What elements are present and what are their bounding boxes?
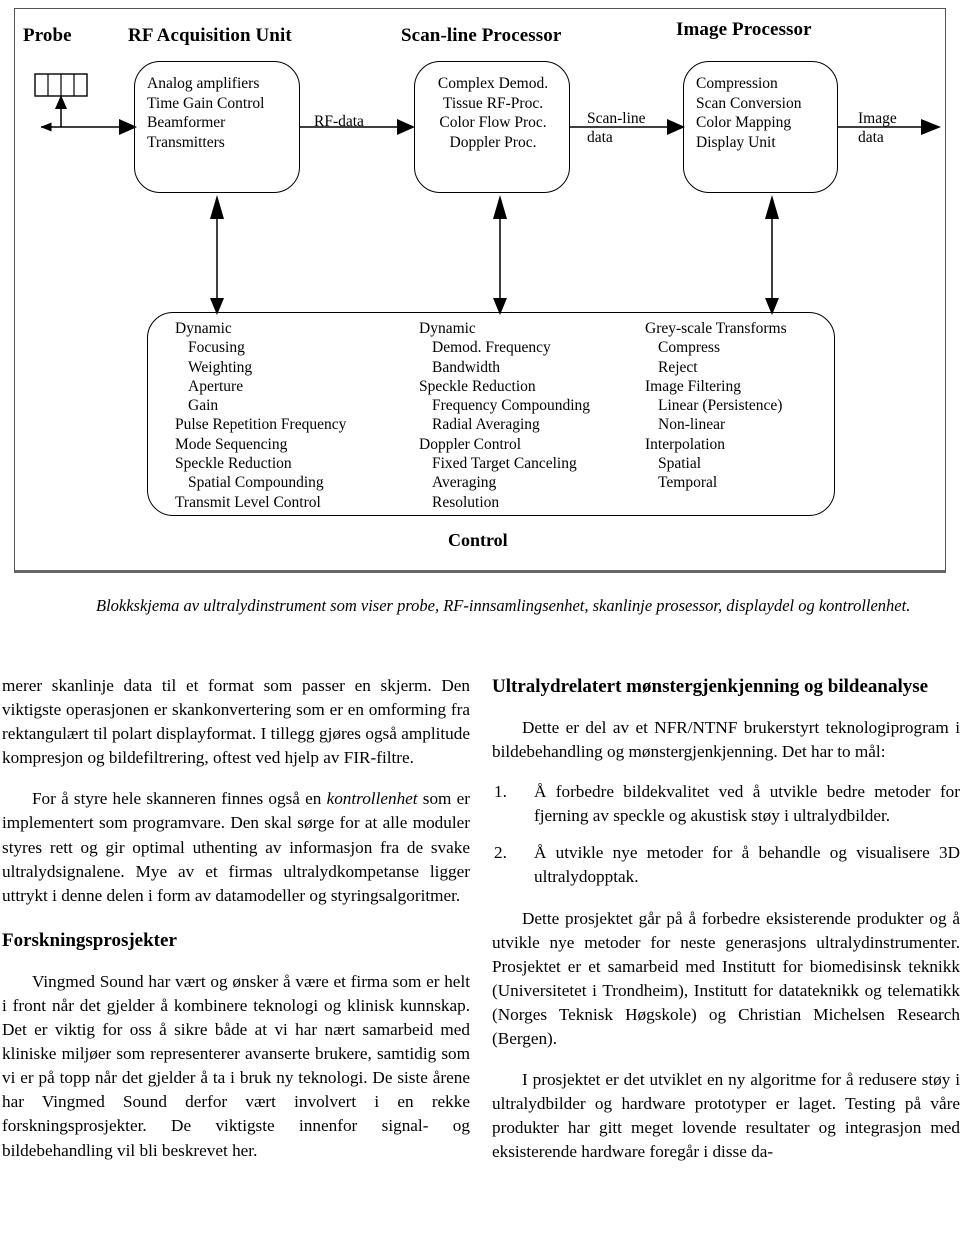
control-item: Averaging: [432, 474, 497, 492]
label-line: data: [587, 129, 613, 146]
box-line: Analog amplifiers: [147, 75, 260, 92]
kontrollenhet-emphasis: kontrollenhet: [326, 789, 418, 809]
figure-caption: Blokkskjema av ultralydinstrument som vi…: [96, 596, 911, 615]
right-paragraph-3: I prosjektet er det utviklet en ny algor…: [492, 1070, 960, 1162]
rf-acquisition-unit-contents: Analog amplifiers Time Gain Control Beamfo…: [147, 74, 264, 152]
scanline-processor-contents: Complex Demod. Tissue RF-Proc. Color Flow …: [415, 74, 571, 152]
control-item: Dynamic: [419, 320, 476, 337]
control-item: Grey-scale Transforms: [645, 320, 787, 337]
control-item: Non-linear: [658, 416, 726, 434]
figure-title-rf-acquisition-unit: RF Acquisition Unit: [128, 25, 292, 46]
scanline-processor-box: Complex Demod. Tissue RF-Proc. Color Flow …: [414, 61, 570, 193]
box-line: Scan Conversion: [696, 94, 802, 112]
goals-list: 1. Å forbedre bildekvalitet ved å utvikl…: [492, 780, 960, 889]
box-line: Color Flow Proc.: [439, 114, 547, 131]
box-line: Display Unit: [696, 133, 776, 151]
control-item: Interpolation: [645, 435, 726, 453]
box-line: Complex Demod.: [437, 75, 549, 92]
left-text-column: merer skanlinje data til et format som p…: [2, 674, 470, 1163]
control-item: Weighting: [188, 358, 253, 376]
heading-forskningsprosjekter: Forskningsprosjekter: [2, 929, 177, 951]
figure-title-image-processor: Image Processor: [676, 19, 812, 40]
control-link-scanline: [493, 195, 507, 315]
control-item: Demod. Frequency: [432, 339, 551, 357]
control-item: Image Filtering: [645, 377, 741, 395]
control-item: Speckle Reduction: [175, 455, 292, 473]
goals-list-item: 1. Å forbedre bildekvalitet ved å utvikl…: [492, 780, 960, 828]
left-paragraph-3: Vingmed Sound har vært og ønsker å være …: [2, 971, 470, 1160]
label-line: Scan-line: [587, 110, 646, 127]
box-line: Tissue RF-Proc.: [442, 94, 544, 112]
control-item: Doppler Control: [419, 435, 522, 453]
control-link-rf: [210, 195, 224, 315]
right-text-column: Ultralydrelatert mønstergjenkjenning og …: [492, 674, 960, 1165]
rf-data-label: RF-data: [314, 113, 364, 130]
label-line: data: [858, 129, 884, 146]
control-column-acquisition: Dynamic Focusing Weighting Aperture Gain Puls…: [175, 319, 346, 512]
figure-title-probe: Probe: [23, 25, 72, 46]
control-item: Resolution: [432, 493, 500, 511]
box-line: Transmitters: [147, 133, 225, 151]
control-item: Spatial Compounding: [188, 474, 324, 492]
control-item: Fixed Target Canceling: [432, 455, 577, 473]
control-label: Control: [448, 530, 508, 550]
control-item: Compress: [658, 339, 720, 357]
goal-text: Å forbedre bildekvalitet ved å utvikle b…: [534, 782, 960, 826]
control-item: Speckle Reduction: [419, 377, 536, 395]
control-item: Gain: [188, 397, 219, 415]
control-column-scanline: Dynamic Demod. Frequency Bandwidth Speckle …: [419, 319, 590, 512]
control-item: Bandwidth: [432, 358, 501, 376]
left-paragraph-2: For å styre hele skanneren finnes også e…: [2, 787, 470, 907]
goals-list-item: 2. Å utvikle nye metoder for å behandle …: [492, 841, 960, 889]
control-item: Pulse Repetition Frequency: [175, 416, 347, 434]
image-processor-contents: Compression Scan Conversion Color Mapping D…: [696, 74, 801, 152]
control-item: Transmit Level Control: [175, 493, 321, 511]
control-item: Aperture: [188, 377, 244, 395]
control-item: Temporal: [658, 474, 718, 492]
figure-title-scanline-processor: Scan-line Processor: [401, 25, 562, 46]
box-line: Time Gain Control: [147, 94, 265, 112]
control-item: Radial Averaging: [432, 416, 540, 434]
box-line: Color Mapping: [696, 114, 792, 131]
control-column-image: Grey-scale Transforms Compress Reject Image…: [645, 319, 787, 493]
control-item: Mode Sequencing: [175, 435, 288, 453]
left-paragraph-1: merer skanlinje data til et format som p…: [2, 676, 470, 768]
left-paragraph-2-part1: For å styre hele skanneren finnes også e…: [32, 789, 327, 809]
image-data-label: Image data: [858, 109, 897, 147]
label-line: Image: [858, 110, 897, 127]
control-item: Focusing: [188, 339, 245, 357]
goal-number: 1.: [494, 782, 507, 802]
image-processor-box: Compression Scan Conversion Color Mapping D…: [683, 61, 838, 193]
scanline-data-label: Scan-line data: [587, 109, 646, 147]
control-item: Linear (Persistence): [658, 397, 783, 415]
box-line: Compression: [696, 75, 778, 92]
rf-acquisition-unit-box: Analog amplifiers Time Gain Control Beamfo…: [134, 61, 300, 193]
control-link-image: [765, 195, 779, 315]
box-line: Beamformer: [147, 114, 226, 131]
right-paragraph-1: Dette er del av et NFR/NTNF brukerstyrt …: [492, 718, 960, 762]
control-item: Dynamic: [175, 320, 232, 337]
control-item: Spatial: [658, 455, 702, 473]
control-item: Reject: [658, 358, 698, 376]
goal-number: 2.: [494, 843, 507, 863]
heading-ultralydrelatert: Ultralydrelatert mønstergjenkjenning og …: [492, 676, 929, 697]
block-diagram-figure: Probe RF Acquisition Unit Scan-line Proc…: [14, 8, 946, 573]
control-item: Frequency Compounding: [432, 397, 590, 415]
probe-transducer-icon: [34, 73, 88, 97]
goal-text: Å utvikle nye metoder for å behandle og …: [534, 843, 960, 887]
right-paragraph-2: Dette prosjektet går på å forbedre eksis…: [492, 908, 960, 1049]
box-line: Doppler Proc.: [449, 133, 537, 151]
